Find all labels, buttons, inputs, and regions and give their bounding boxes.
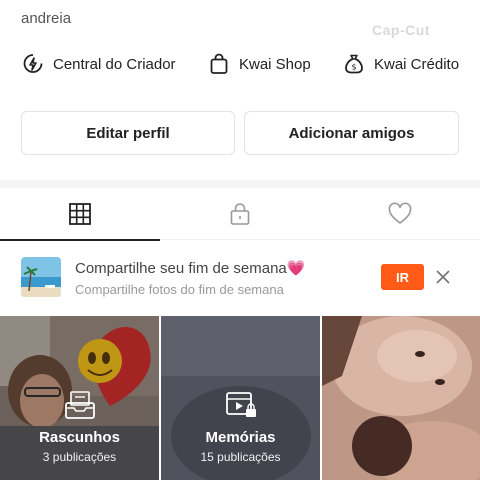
profile-tabs: [0, 188, 480, 241]
watermark: Cap-Cut: [372, 22, 430, 38]
share-weekend-banner[interactable]: Compartilhe seu fim de semana💗 Compartil…: [0, 250, 480, 308]
memories-video-lock-icon: [225, 392, 256, 417]
shortcut-row: Central do Criador Kwai Shop $ Kwai Créd…: [0, 50, 480, 78]
tab-likes[interactable]: [320, 188, 480, 240]
creator-center-link[interactable]: Central do Criador: [21, 50, 176, 78]
close-icon[interactable]: [432, 266, 454, 288]
video-thumbnail-cell[interactable]: [322, 316, 480, 480]
username: andreia: [21, 10, 72, 27]
creator-center-label: Central do Criador: [53, 55, 176, 73]
memories-count: 15 publicações: [200, 450, 281, 464]
edit-profile-button[interactable]: Editar perfil: [21, 111, 235, 155]
tab-private[interactable]: [160, 188, 320, 240]
svg-text:$: $: [351, 63, 356, 72]
heart-icon: [388, 202, 412, 224]
banner-subtitle: Compartilhe fotos do fim de semana: [75, 282, 284, 297]
drafts-inbox-icon: [64, 391, 95, 419]
go-button[interactable]: IR: [381, 264, 424, 290]
drafts-count: 3 publicações: [42, 450, 117, 464]
kwai-credit-label: Kwai Crédito: [374, 55, 460, 73]
tab-posts-grid[interactable]: [0, 188, 160, 241]
kwai-shop-link[interactable]: Kwai Shop: [207, 50, 311, 78]
banner-thumbnail: [21, 257, 61, 297]
kwai-shop-label: Kwai Shop: [239, 55, 311, 73]
banner-title: Compartilhe seu fim de semana💗: [75, 260, 306, 277]
money-bag-icon: $: [345, 54, 363, 74]
video-thumbnail: [322, 316, 480, 480]
drafts-cell[interactable]: Rascunhos 3 publicações: [0, 316, 159, 480]
section-divider: [0, 180, 480, 188]
lightning-circle-icon: [23, 54, 43, 73]
shopping-bag-icon: [210, 53, 228, 74]
drafts-title: Rascunhos: [39, 429, 120, 446]
add-friends-button[interactable]: Adicionar amigos: [244, 111, 459, 155]
posts-grid: Rascunhos 3 publicações Memórias 15 publ…: [0, 316, 480, 480]
kwai-credit-link[interactable]: $ Kwai Crédito: [342, 50, 459, 78]
lock-icon: [230, 203, 250, 225]
memories-title: Memórias: [205, 429, 276, 446]
memories-cell[interactable]: Memórias 15 publicações: [161, 316, 320, 480]
grid-icon: [69, 203, 91, 225]
